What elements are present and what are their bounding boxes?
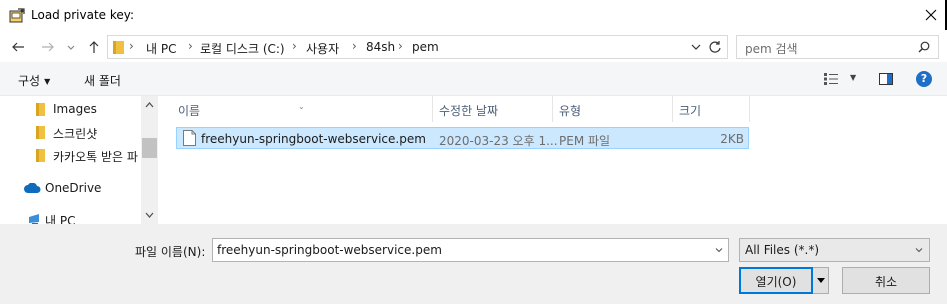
file-type: PEM 파일 [559,134,611,148]
breadcrumb-users[interactable]: 사용자 [306,40,339,57]
filename-value: freehyun-springboot-webservice.pem [217,243,442,257]
command-toolbar: 구성 ▼ 새 폴더 ▼ ? [0,62,947,96]
search-icon [918,41,930,53]
address-dropdown-icon[interactable] [690,41,702,53]
column-header-label: 수정한 날짜 [439,104,499,118]
breadcrumb-separator: › [188,39,193,53]
address-bar[interactable]: › 내 PC › 로컬 디스크 (C:) › 사용자 › 84sh › pem [107,35,728,59]
new-folder-button[interactable]: 새 폴더 [84,72,121,89]
nav-item-label: Images [53,102,97,116]
chevron-down-icon [915,248,923,253]
breadcrumb-84sh[interactable]: 84sh [366,40,395,54]
open-options-button[interactable] [813,267,829,294]
scrollbar-thumb[interactable] [142,138,157,158]
forward-button[interactable] [37,36,59,58]
filename-input[interactable]: freehyun-springboot-webservice.pem [212,238,729,262]
chevron-down-icon [145,212,154,218]
file-type-value: All Files (*.*) [745,243,820,257]
column-header-label: 크기 [679,104,702,118]
file-icon [183,130,196,146]
chevron-up-icon [145,102,154,108]
breadcrumb-pem[interactable]: pem [412,40,439,54]
column-header-name[interactable]: 이름 ⌄ [160,96,433,122]
nav-item-label: 내 PC [45,214,76,224]
organize-button[interactable]: 구성 ▼ [18,72,50,89]
cloud-icon [24,183,41,193]
nav-item-label: 카카오톡 받은 파 [53,150,138,164]
arrow-right-icon [42,42,54,52]
view-dropdown-icon[interactable]: ▼ [850,73,856,82]
breadcrumb-separator: › [398,39,403,53]
nav-item-label: 스크린샷 [53,127,98,141]
refresh-icon[interactable] [708,40,722,54]
window-title: Load private key: [31,8,135,22]
column-header-type[interactable]: 유형 [553,96,672,122]
breadcrumb-separator: › [292,39,297,53]
view-options-icon[interactable] [824,73,838,85]
caret-down-icon [816,278,825,283]
nav-item-onedrive[interactable]: OneDrive [0,177,140,199]
computer-icon [29,214,39,224]
nav-item-kakaotalk[interactable]: 카카오톡 받은 파 [0,144,140,166]
file-size: 2KB [720,132,744,146]
title-bar: Load private key: [0,0,947,32]
folder-icon [113,41,124,54]
up-button[interactable] [83,36,105,58]
navigation-pane: Images 스크린샷 카카오톡 받은 파 OneDrive 내 PC [0,96,158,224]
scroll-down-button[interactable] [141,208,158,222]
address-row: › 내 PC › 로컬 디스크 (C:) › 사용자 › 84sh › pem … [0,32,947,62]
recent-locations-button[interactable] [60,36,82,58]
help-icon[interactable]: ? [916,71,932,87]
folder-icon [36,149,45,162]
arrow-up-icon [89,41,99,53]
folder-icon [36,103,45,116]
column-header-label: 유형 [559,104,582,118]
scroll-up-button[interactable] [141,98,158,112]
sort-caret-icon: ⌄ [298,102,305,111]
arrow-left-icon [12,42,24,52]
nav-item-images[interactable]: Images [0,98,140,120]
breadcrumb-separator: › [129,39,134,53]
cancel-button[interactable]: 취소 [842,267,930,294]
preview-pane-icon[interactable] [879,73,893,85]
file-list: 이름 ⌄ 수정한 날짜 유형 크기 freehyun-springboot-we… [160,96,947,224]
filename-label: 파일 이름(N): [135,245,206,259]
file-type-select[interactable]: All Files (*.*) [739,238,930,262]
dialog-footer: 파일 이름(N): freehyun-springboot-webservice… [0,224,947,304]
search-input[interactable]: pem 검색 [736,35,939,59]
chevron-down-icon [67,45,75,50]
back-button[interactable] [7,36,29,58]
search-placeholder: pem 검색 [745,42,798,56]
open-button[interactable]: 열기(O) [739,267,813,294]
column-header-label: 이름 [178,104,201,118]
column-header-size[interactable]: 크기 [673,96,749,122]
column-header-date[interactable]: 수정한 날짜 [433,96,552,122]
nav-pane-scrollbar[interactable] [141,96,158,224]
nav-item-this-pc[interactable]: 내 PC [0,208,140,224]
column-divider[interactable] [749,96,750,122]
chevron-down-icon[interactable] [714,245,724,255]
nav-item-screenshots[interactable]: 스크린샷 [0,121,140,143]
breadcrumb-separator: › [352,39,357,53]
breadcrumb-this-pc[interactable]: 내 PC [146,40,176,57]
cancel-button-label: 취소 [874,275,898,289]
close-icon [925,9,937,21]
file-name: freehyun-springboot-webservice.pem [201,132,426,146]
file-modified: 2020-03-23 오후 1... [439,134,558,148]
table-row[interactable]: freehyun-springboot-webservice.pem 2020-… [176,127,749,149]
nav-item-label: OneDrive [45,181,102,195]
open-button-label: 열기(O) [755,275,797,289]
close-button[interactable] [915,0,947,30]
folder-icon [36,126,45,139]
app-icon [9,8,25,23]
breadcrumb-local-disk[interactable]: 로컬 디스크 (C:) [200,40,285,57]
